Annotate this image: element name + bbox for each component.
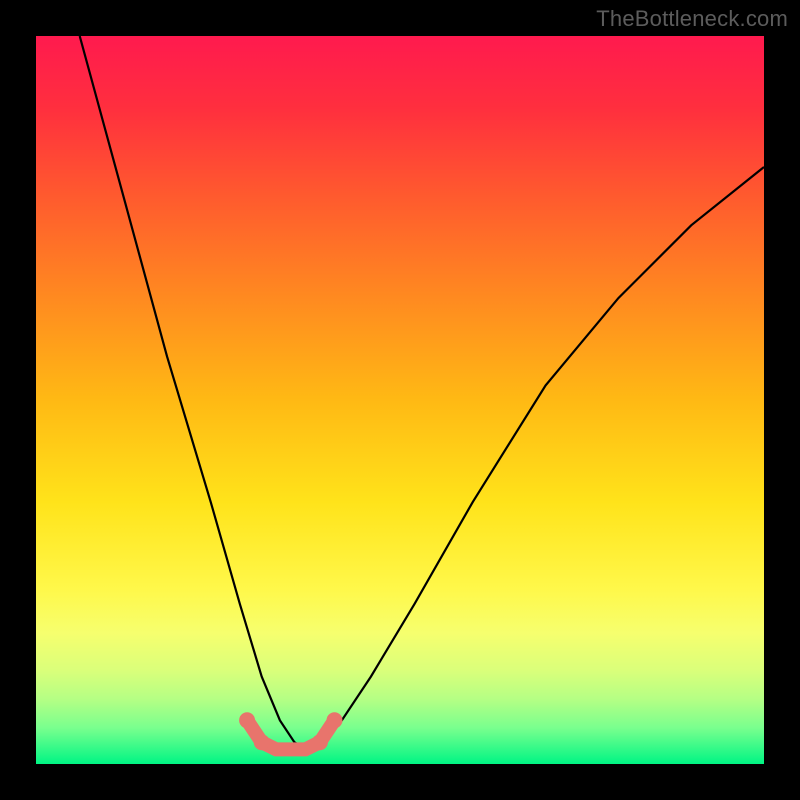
bottleneck-curve — [80, 36, 764, 749]
watermark-text: TheBottleneck.com — [596, 6, 788, 32]
chart-plot-area — [36, 36, 764, 764]
floor-marker-dot — [312, 734, 328, 750]
floor-marker-dot — [239, 712, 255, 728]
floor-marker-dot — [254, 734, 270, 750]
chart-svg-layer — [36, 36, 764, 764]
chart-frame: TheBottleneck.com — [0, 0, 800, 800]
floor-marker-dot — [327, 712, 343, 728]
